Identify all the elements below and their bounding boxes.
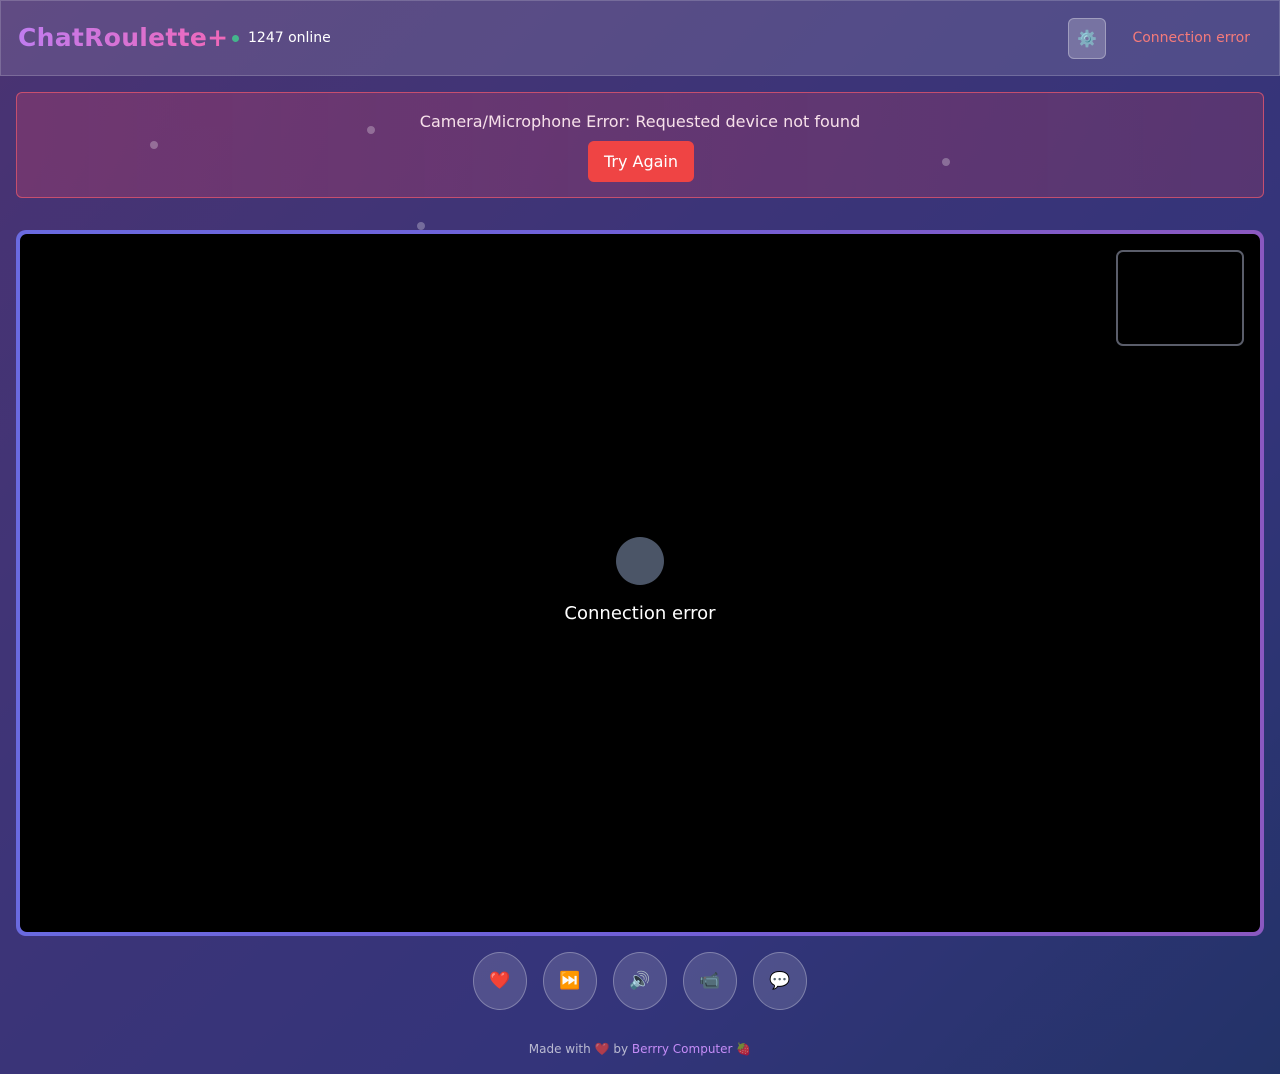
heart-icon: ❤️	[594, 1042, 610, 1056]
remote-connection-status: Connection error	[564, 603, 716, 624]
remote-video: Connection error	[20, 234, 1260, 932]
local-video-preview[interactable]	[1116, 250, 1244, 346]
online-count: 1247 online	[248, 30, 331, 46]
chat-bubble-icon: 💬	[769, 971, 791, 991]
strawberry-icon: 🍓	[736, 1042, 752, 1056]
skip-button[interactable]: ⏭️	[543, 952, 597, 1010]
error-banner: Camera/Microphone Error: Requested devic…	[16, 92, 1264, 198]
audio-toggle-button[interactable]: 🔊	[613, 952, 667, 1010]
decorative-particle	[417, 222, 425, 230]
settings-button[interactable]: ⚙️	[1068, 18, 1106, 59]
error-message: Camera/Microphone Error: Requested devic…	[419, 112, 861, 131]
video-toggle-button[interactable]: 📹	[683, 952, 737, 1010]
decorative-particle	[150, 141, 158, 149]
remote-avatar-placeholder	[616, 537, 664, 585]
online-status-dot	[232, 34, 239, 42]
skip-icon: ⏭️	[559, 971, 581, 991]
call-controls: ❤️ ⏭️ 🔊 📹 💬	[473, 952, 807, 1010]
video-frame: Connection error	[16, 230, 1264, 936]
top-bar: ChatRoulette+ 1247 online ⚙️ Connection …	[0, 0, 1280, 76]
video-camera-icon: 📹	[699, 971, 721, 991]
like-button[interactable]: ❤️	[473, 952, 527, 1010]
connection-status: Connection error	[1132, 30, 1250, 46]
chat-button[interactable]: 💬	[753, 952, 807, 1010]
online-indicator: 1247 online	[232, 30, 331, 46]
app-logo[interactable]: ChatRoulette+	[18, 23, 228, 52]
heart-icon: ❤️	[489, 971, 511, 991]
footer-prefix: Made with	[528, 1042, 591, 1056]
footer: Made with ❤️ by Berrry Computer 🍓	[0, 1042, 1280, 1056]
try-again-button[interactable]: Try Again	[588, 141, 694, 182]
brand-link[interactable]: Berrry Computer	[632, 1042, 733, 1056]
gear-icon: ⚙️	[1077, 29, 1097, 48]
footer-by: by	[613, 1042, 629, 1056]
decorative-particle	[942, 158, 950, 166]
speaker-icon: 🔊	[629, 971, 651, 991]
